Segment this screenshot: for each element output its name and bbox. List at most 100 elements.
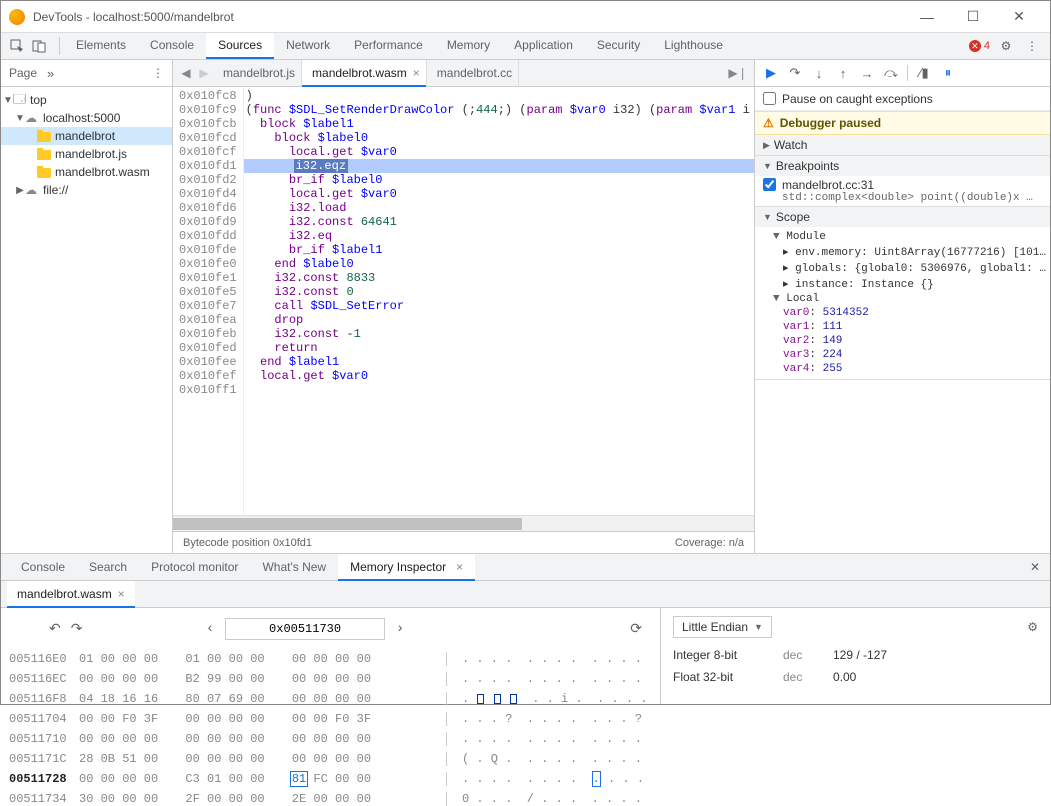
script-blackbox-icon[interactable]: ⁄▮ (916, 65, 932, 81)
prev-page-icon[interactable]: ‹ (195, 621, 225, 637)
close-icon[interactable]: × (413, 66, 420, 80)
navigator-page-label[interactable]: Page (9, 66, 37, 80)
watch-section-header[interactable]: ▶Watch (755, 135, 1050, 155)
hex-viewer[interactable]: 005116E001 00 00 00 01 00 00 00 00 00 00… (9, 652, 652, 806)
device-toolbar-icon[interactable] (29, 36, 49, 56)
hex-bytes[interactable]: 28 0B 51 00 00 00 00 00 00 00 00 00 (79, 752, 442, 766)
refresh-icon[interactable]: ⟳ (630, 621, 642, 638)
undo-icon[interactable]: ↶ (49, 622, 61, 638)
code-editor[interactable]: 0x010fc8 0x010fc9 0x010fcb 0x010fcd 0x01… (173, 87, 754, 515)
tree-host[interactable]: ▼localhost:5000 (1, 109, 172, 127)
hex-address[interactable]: 005116EC (9, 672, 79, 686)
tree-top[interactable]: ▼🗔top (1, 91, 172, 109)
run-snippet-icon[interactable]: ▶❘ (728, 63, 748, 83)
window-close-button[interactable]: ✕ (996, 2, 1042, 32)
editor-tab-cc[interactable]: mandelbrot.cc (427, 60, 519, 87)
source-content[interactable]: )(func $SDL_SetRenderDrawColor (;444;) (… (244, 87, 754, 515)
tab-sources[interactable]: Sources (206, 33, 274, 59)
value-settings-icon[interactable]: ⚙ (1027, 620, 1038, 634)
breakpoint-item[interactable]: mandelbrot.cc:31 std::complex<double> po… (755, 176, 1050, 206)
endianness-select[interactable]: Little Endian▼ (673, 616, 772, 638)
value-type-label: Float 32-bit (673, 670, 783, 684)
hex-bytes[interactable]: 00 00 00 00 B2 99 00 00 00 00 00 00 (79, 672, 442, 686)
drawer-tab-console[interactable]: Console (9, 554, 77, 581)
settings-gear-icon[interactable]: ⚙ (996, 36, 1016, 56)
breakpoint-checkbox[interactable] (763, 178, 776, 191)
drawer-tabs: Console Search Protocol monitor What's N… (1, 554, 1050, 581)
tab-lighthouse[interactable]: Lighthouse (652, 33, 735, 59)
pause-caught-checkbox[interactable] (763, 92, 776, 105)
deactivate-breakpoints-icon[interactable]: ⤼ (883, 65, 899, 81)
hex-address[interactable]: 00511728 (9, 772, 79, 786)
hex-bytes[interactable]: 01 00 00 00 01 00 00 00 00 00 00 00 (79, 652, 442, 666)
scope-module[interactable]: ▼ Module (763, 230, 1046, 244)
scope-label: Scope (776, 210, 810, 224)
editor-tab-js[interactable]: mandelbrot.js (213, 60, 302, 87)
value-interpreter: Integer 8-bitdec129 / -127Float 32-bitde… (673, 648, 1038, 684)
inspect-element-icon[interactable] (7, 36, 27, 56)
close-icon[interactable]: × (118, 587, 125, 601)
more-menu-icon[interactable]: ⋮ (1022, 36, 1042, 56)
editor-tab-wasm[interactable]: mandelbrot.wasm× (302, 60, 427, 87)
scope-instance[interactable]: ▸ instance: Instance {} (763, 276, 1046, 292)
editor-history-fwd-icon: ▶ (195, 66, 213, 80)
hex-bytes[interactable]: 00 00 00 00 C3 01 00 00 81 FC 00 00 (79, 772, 442, 786)
horizontal-scrollbar[interactable] (173, 515, 754, 531)
memory-inspector-tab[interactable]: mandelbrot.wasm× (7, 581, 135, 608)
hex-bytes[interactable]: 04 18 16 16 80 07 69 00 00 00 00 00 (79, 692, 442, 706)
tab-console[interactable]: Console (138, 33, 206, 59)
drawer-close-icon[interactable]: ✕ (1020, 560, 1050, 574)
tab-network[interactable]: Network (274, 33, 342, 59)
window-maximize-button[interactable]: ☐ (950, 2, 996, 32)
local-var[interactable]: var3: 224 (763, 348, 1046, 362)
tree-item-mandelbrot-js[interactable]: mandelbrot.js (1, 145, 172, 163)
drawer-tab-search[interactable]: Search (77, 554, 139, 581)
tab-elements[interactable]: Elements (64, 33, 138, 59)
tab-performance[interactable]: Performance (342, 33, 435, 59)
tree-item-mandelbrot[interactable]: mandelbrot (1, 127, 172, 145)
step-out-icon[interactable]: ↑ (835, 66, 851, 81)
pause-exceptions-icon[interactable]: ⏸ (940, 65, 956, 81)
resume-icon[interactable]: ▶ (763, 65, 779, 81)
navigator-more-icon[interactable]: » (47, 66, 54, 81)
hex-address[interactable]: 0051171C (9, 752, 79, 766)
hex-address[interactable]: 00511710 (9, 732, 79, 746)
window-minimize-button[interactable]: — (904, 2, 950, 32)
navigator-menu-icon[interactable]: ⋮ (152, 66, 164, 80)
hex-bytes[interactable]: 00 00 F0 3F 00 00 00 00 00 00 F0 3F (79, 712, 442, 726)
tree-file-scheme[interactable]: ▶file:// (1, 181, 172, 199)
drawer-tab-protocol[interactable]: Protocol monitor (139, 554, 250, 581)
local-var[interactable]: var0: 5314352 (763, 306, 1046, 320)
local-var[interactable]: var2: 149 (763, 334, 1046, 348)
step-icon[interactable]: → (859, 66, 875, 81)
close-icon[interactable]: × (456, 560, 463, 574)
scope-envmemory[interactable]: ▸ env.memory: Uint8Array(16777216) [101,… (763, 244, 1046, 260)
tab-application[interactable]: Application (502, 33, 585, 59)
tree-file-label: file:// (43, 183, 68, 197)
hex-address[interactable]: 00511704 (9, 712, 79, 726)
devtools-logo-icon (9, 9, 25, 25)
address-input[interactable] (225, 618, 385, 640)
tab-security[interactable]: Security (585, 33, 652, 59)
drawer-tab-memory-inspector[interactable]: Memory Inspector× (338, 554, 475, 581)
hex-bytes[interactable]: 30 00 00 00 2F 00 00 00 2E 00 00 00 (79, 792, 442, 806)
breakpoints-section-header[interactable]: ▼Breakpoints (755, 156, 1050, 176)
drawer-tab-whatsnew[interactable]: What's New (250, 554, 338, 581)
scope-section-header[interactable]: ▼Scope (755, 207, 1050, 227)
local-var[interactable]: var1: 111 (763, 320, 1046, 334)
editor-history-back-icon[interactable]: ◀ (177, 66, 195, 80)
scope-local[interactable]: ▼ Local (763, 292, 1046, 306)
step-over-icon[interactable]: ↷ (787, 65, 803, 81)
hex-address[interactable]: 005116E0 (9, 652, 79, 666)
tab-memory[interactable]: Memory (435, 33, 502, 59)
step-into-icon[interactable]: ↓ (811, 66, 827, 81)
redo-icon[interactable]: ↷ (71, 622, 83, 638)
hex-address[interactable]: 00511734 (9, 792, 79, 806)
local-var[interactable]: var4: 255 (763, 362, 1046, 376)
scope-globals[interactable]: ▸ globals: {global0: 5306976, global1: 6… (763, 260, 1046, 276)
next-page-icon[interactable]: › (385, 621, 415, 637)
tree-item-mandelbrot-wasm[interactable]: mandelbrot.wasm (1, 163, 172, 181)
error-count-badge[interactable]: ✕4 (969, 40, 990, 52)
hex-address[interactable]: 005116F8 (9, 692, 79, 706)
hex-bytes[interactable]: 00 00 00 00 00 00 00 00 00 00 00 00 (79, 732, 442, 746)
